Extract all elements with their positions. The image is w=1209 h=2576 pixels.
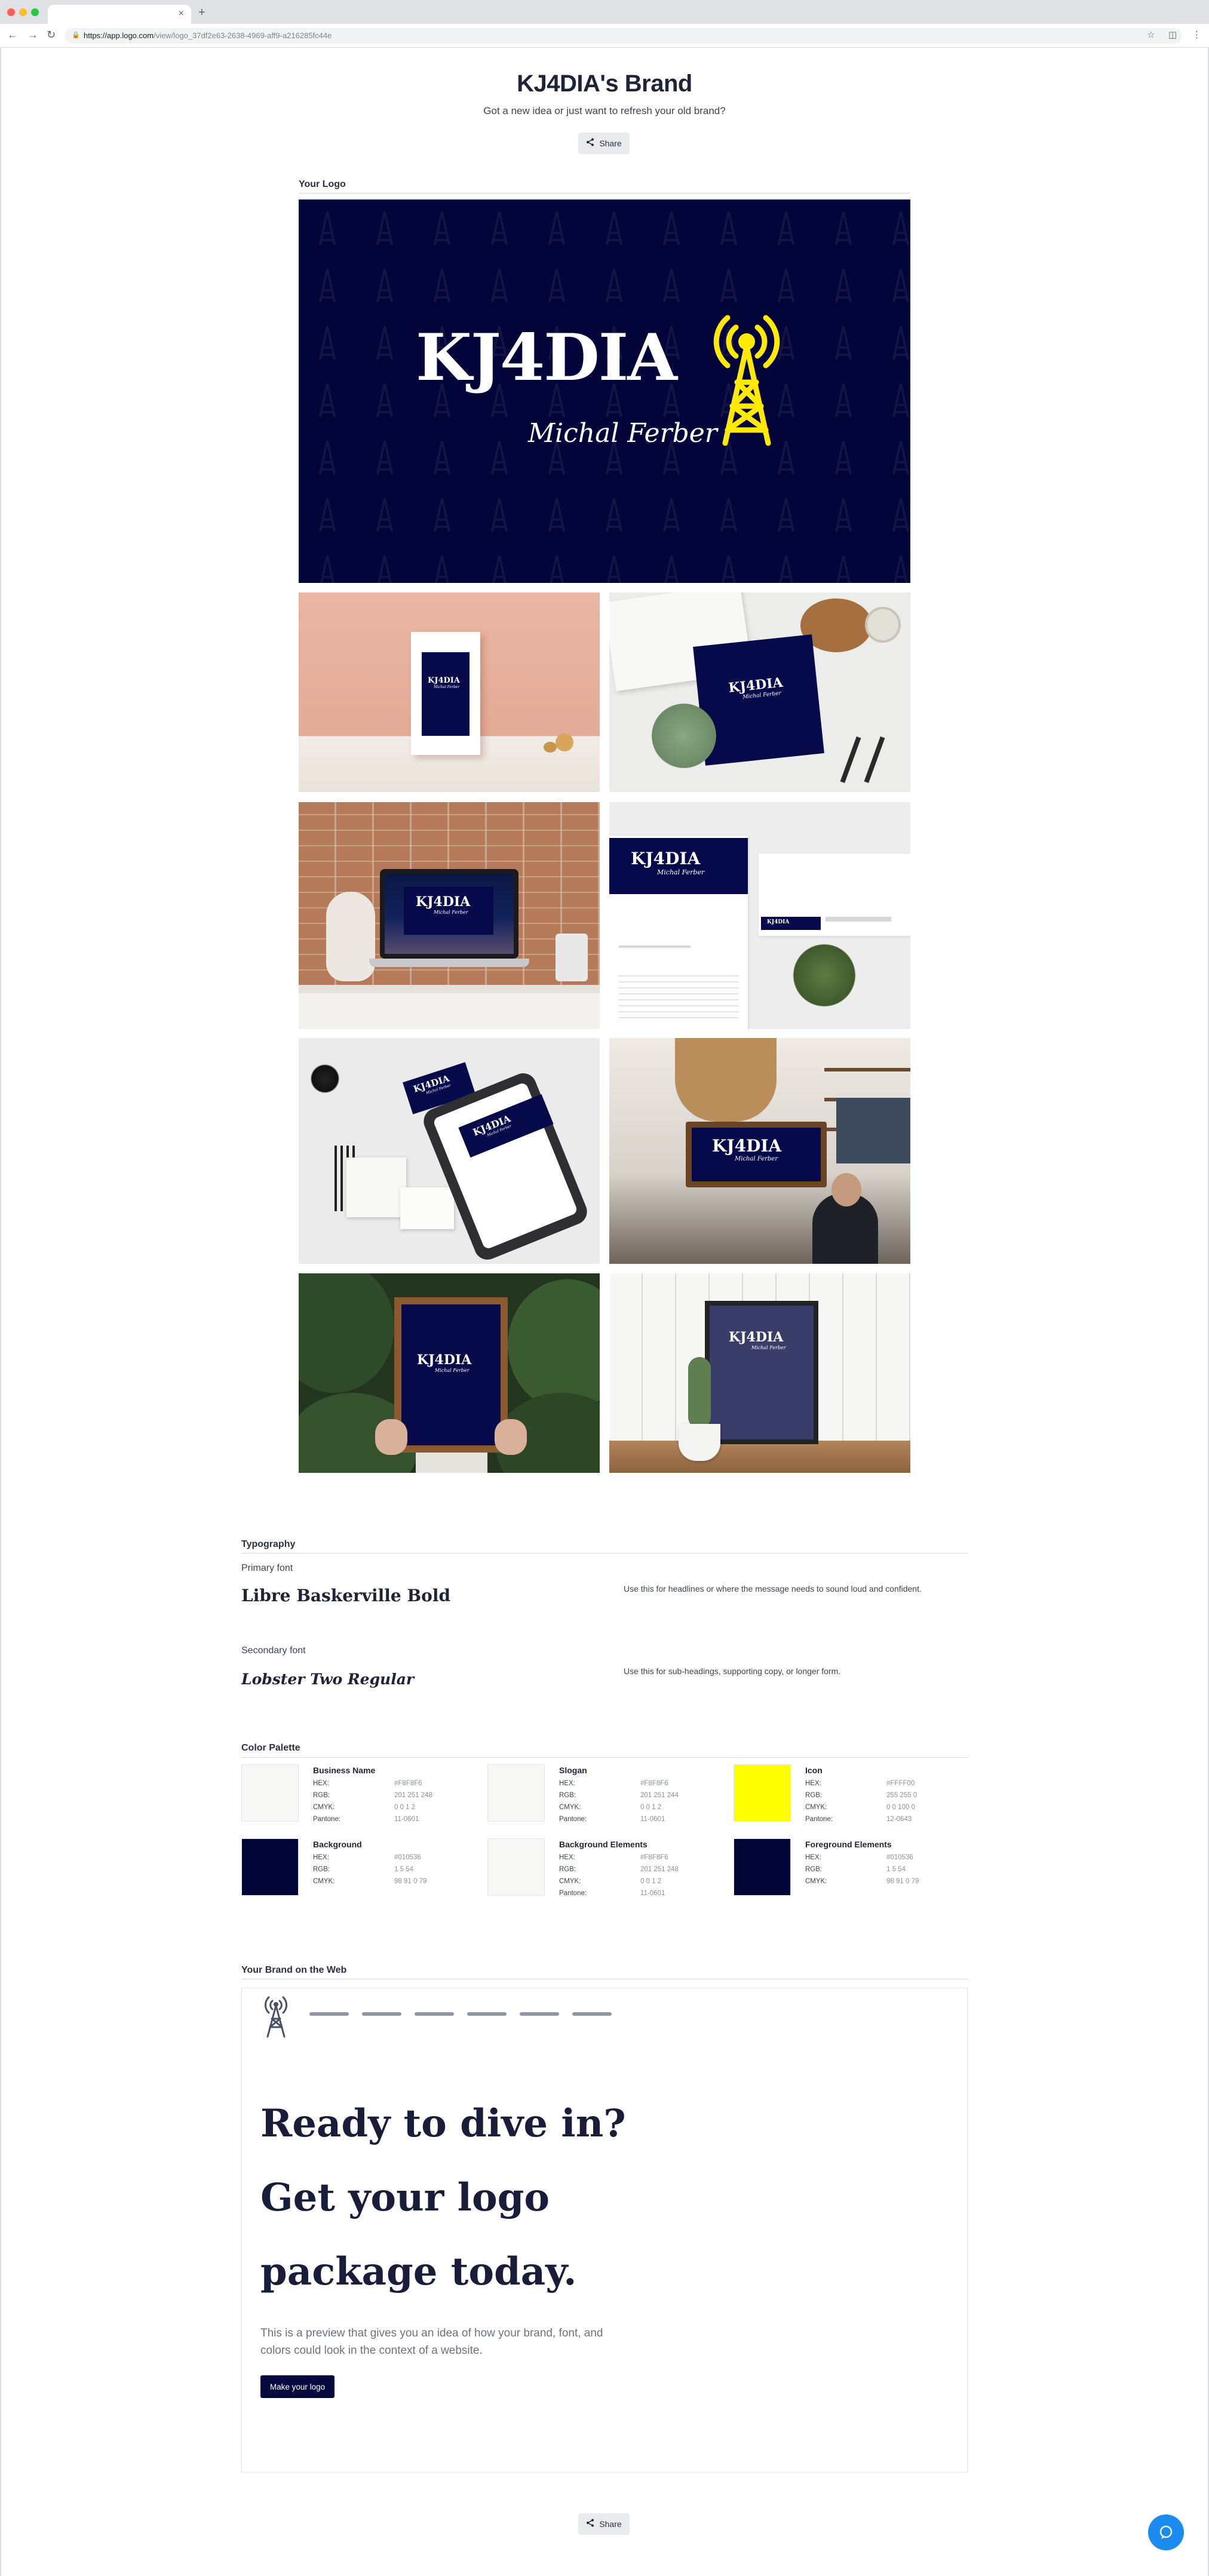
browser-toolbar: ← → ↻ 🔒 https://app.logo.com/view/logo_3… (0, 24, 1209, 48)
color-cmyk-row: CMYK: 98 91 0 79 (313, 1878, 427, 1885)
mockup-letterhead: KJ4DIA Michal Ferber KJ4DIA (609, 802, 910, 1029)
section-label-logo: Your Logo (299, 179, 346, 189)
forward-icon[interactable]: → (27, 29, 38, 41)
color-cmyk-row: CMYK: 98 91 0 79 (805, 1878, 919, 1885)
color-cmyk-row: CMYK: 0 0 1 2 (559, 1804, 662, 1811)
address-bar[interactable]: 🔒 https://app.logo.com/view/logo_37df2e6… (65, 28, 1182, 44)
nav-link-placeholder[interactable] (362, 2012, 401, 2016)
share-label: Share (599, 2519, 622, 2529)
section-label-typography: Typography (241, 1539, 296, 1549)
mockup-cafe-sign: KJ4DIA Michal Ferber (609, 1038, 910, 1264)
nav-link-placeholder[interactable] (467, 2012, 507, 2016)
color-rgb-row: RGB: 201 251 248 (559, 1866, 679, 1873)
chat-support-button[interactable] (1148, 2514, 1184, 2550)
url-text: https://app.logo.com/view/logo_37df2e63-… (84, 31, 332, 40)
color-pantone-row: Pantone: 11-0601 (313, 1816, 419, 1823)
mockup-framed-poster: KJ4DIA Michal Ferber (609, 1273, 910, 1473)
color-name: Background Elements (559, 1840, 648, 1849)
primary-font-sample: Libre Baskerville Bold (241, 1586, 451, 1605)
color-rgb-row: RGB: 255 255 0 (805, 1792, 918, 1799)
nav-link-placeholder[interactable] (572, 2012, 612, 2016)
chat-icon (1159, 2525, 1173, 2539)
mockup-clipboard: KJ4DIA Michal Ferber KJ4DIA Michal Ferbe… (299, 1038, 600, 1264)
color-pantone-row: Pantone: 11-0601 (559, 1816, 665, 1823)
share-label: Share (599, 139, 622, 148)
color-swatch-slogan (487, 1764, 545, 1822)
nav-link-placeholder[interactable] (309, 2012, 349, 2016)
color-name: Foreground Elements (805, 1840, 892, 1849)
mockup-frame-on-shelf: KJ4DIA Michal Ferber (299, 592, 600, 792)
color-cmyk-row: CMYK: 0 0 1 2 (313, 1804, 416, 1811)
browser-tab[interactable]: × (48, 5, 191, 24)
mockup-laptop: KJ4DIA Michal Ferber (299, 802, 600, 1029)
web-headline-line-1: Ready to dive in? (260, 2101, 626, 2146)
web-headline-line-3: package today. (260, 2249, 577, 2294)
primary-font-description: Use this for headlines or where the mess… (624, 1584, 922, 1594)
logo-slogan: Michal Ferber (528, 418, 717, 449)
logo-business-name: KJ4DIA (416, 320, 677, 395)
color-hex-row: HEX: #F8F8F6 (559, 1854, 668, 1861)
color-swatch-background (241, 1838, 299, 1896)
close-tab-icon[interactable]: × (179, 8, 184, 19)
reload-icon[interactable]: ↻ (47, 29, 56, 41)
web-paragraph: This is a preview that gives you an idea… (260, 2327, 603, 2357)
color-name: Background (313, 1840, 362, 1849)
color-name: Business Name (313, 1766, 376, 1775)
color-hex-row: HEX: #010536 (805, 1854, 913, 1861)
web-headline-line-2: Get your logo (260, 2175, 550, 2220)
color-hex-row: HEX: #010536 (313, 1854, 421, 1861)
secondary-font-sample: Lobster Two Regular (241, 1671, 415, 1688)
nav-link-placeholder[interactable] (415, 2012, 454, 2016)
section-label-web: Your Brand on the Web (241, 1965, 347, 1975)
lock-icon: 🔒 (72, 32, 80, 39)
radio-tower-icon (713, 315, 780, 446)
make-your-logo-button[interactable]: Make your logo (260, 2375, 335, 2398)
secondary-font-title: Secondary font (241, 1645, 306, 1656)
divider (241, 1757, 968, 1758)
color-hex-row: HEX: #F8F8F6 (559, 1780, 668, 1787)
extensions-icon[interactable]: ◫ (1168, 29, 1177, 40)
color-name: Icon (805, 1766, 823, 1775)
browser-menu-icon[interactable]: ⋮ (1192, 29, 1201, 40)
color-pantone-row: Pantone: 12-0643 (805, 1816, 912, 1823)
website-preview (241, 1988, 968, 2473)
color-rgb-row: RGB: 1 5 54 (805, 1866, 906, 1873)
color-cmyk-row: CMYK: 0 0 1 2 (559, 1878, 662, 1885)
share-button-footer[interactable]: Share (578, 2513, 630, 2535)
back-icon[interactable]: ← (7, 29, 18, 41)
browser-tab-strip: × + (0, 0, 1209, 24)
minimize-window-icon[interactable] (19, 8, 27, 16)
maximize-window-icon[interactable] (31, 8, 39, 16)
color-swatch-business-name (241, 1764, 299, 1822)
radio-tower-icon (265, 1996, 287, 2038)
color-rgb-row: RGB: 201 251 248 (313, 1792, 432, 1799)
color-swatch-background-elements (487, 1838, 545, 1896)
secondary-font-description: Use this for sub-headings, supporting co… (624, 1666, 841, 1676)
divider (299, 193, 910, 194)
share-button[interactable]: Share (578, 133, 630, 154)
mockup-notebook: KJ4DIA Michal Ferber (609, 592, 910, 792)
color-rgb-row: RGB: 1 5 54 (313, 1866, 413, 1873)
bookmark-star-icon[interactable]: ☆ (1147, 29, 1155, 40)
color-swatch-foreground-elements (734, 1838, 791, 1896)
section-label-palette: Color Palette (241, 1743, 300, 1753)
close-window-icon[interactable] (7, 8, 15, 16)
mockup-hands-frame: KJ4DIA Michal Ferber (299, 1273, 600, 1473)
share-icon (586, 2519, 594, 2529)
page-subtitle: Got a new idea or just want to refresh y… (483, 105, 726, 116)
color-pantone-row: Pantone: 11-0601 (559, 1890, 665, 1897)
color-hex-row: HEX: #FFFF00 (805, 1780, 915, 1787)
color-name: Slogan (559, 1766, 587, 1775)
color-hex-row: HEX: #F8F8F6 (313, 1780, 422, 1787)
primary-font-title: Primary font (241, 1563, 293, 1573)
color-swatch-icon (734, 1764, 791, 1822)
new-tab-icon[interactable]: + (198, 6, 205, 20)
page-title: KJ4DIA's Brand (517, 70, 692, 97)
share-icon (586, 138, 594, 149)
color-cmyk-row: CMYK: 0 0 100 0 (805, 1804, 915, 1811)
nav-link-placeholder[interactable] (520, 2012, 559, 2016)
color-rgb-row: RGB: 201 251 244 (559, 1792, 679, 1799)
logo-preview: KJ4DIA Michal Ferber (299, 199, 910, 583)
